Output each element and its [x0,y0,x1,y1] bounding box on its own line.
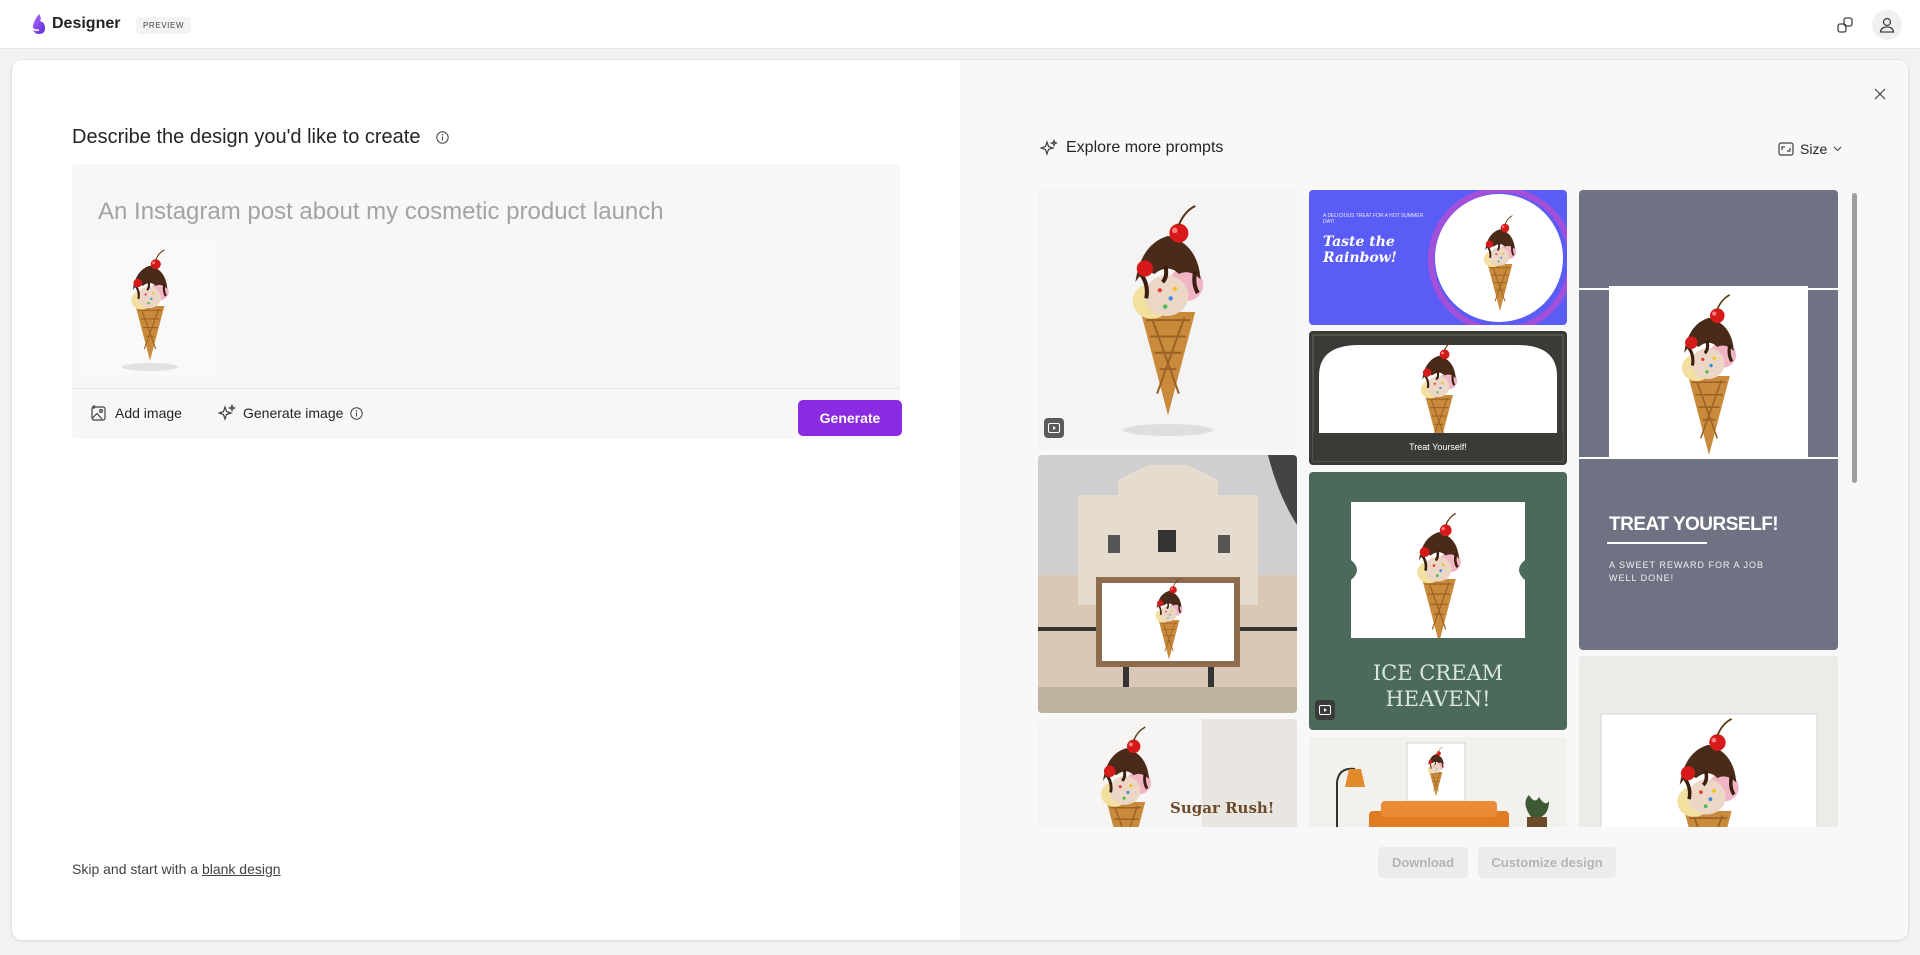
design-card[interactable]: A DELICIOUS TREAT FOR A HOT SUMMER DAY! … [1309,190,1567,325]
page-title: Describe the design you'd like to create [72,126,421,148]
add-image-button[interactable]: Add image [90,404,182,422]
design-card[interactable] [1309,737,1567,827]
close-button[interactable] [1870,84,1890,104]
design-subline: A SWEET REWARD FOR A JOB WELL DONE! [1609,560,1765,583]
design-small-text: A DELICIOUS TREAT FOR A HOT SUMMER DAY! [1323,213,1424,225]
video-icon [1044,418,1064,438]
info-icon[interactable] [436,131,449,144]
designer-logo-icon[interactable] [28,13,48,35]
prompt-divider [72,388,900,389]
close-icon [1874,88,1886,100]
design-card[interactable] [1038,190,1297,449]
design-headline: Sugar Rush! [1170,799,1275,817]
design-card[interactable]: TREAT YOURSELF! A SWEET REWARD FOR A JOB… [1579,190,1838,650]
attached-image-thumbnail[interactable] [82,239,218,375]
size-label: Size [1800,141,1828,157]
gallery-scrollbar[interactable] [1852,193,1857,483]
prompt-input[interactable]: An Instagram post about my cosmetic prod… [72,164,902,439]
prompt-pane: Describe the design you'd like to create… [12,60,960,940]
blank-design-link[interactable]: blank design [202,861,281,877]
chevron-down-icon [1833,146,1842,152]
add-image-label: Add image [115,405,182,421]
explore-prompts-label: Explore more prompts [1066,139,1224,156]
customize-design-button[interactable]: Customize design [1478,847,1616,878]
design-dialog: Describe the design you'd like to create… [12,60,1908,940]
prompt-placeholder[interactable]: An Instagram post about my cosmetic prod… [98,198,664,226]
design-headline: TREAT YOURSELF! [1609,514,1779,535]
design-card[interactable]: ICE CREAM HEAVEN! [1309,472,1567,730]
sparkle-icon [1040,139,1058,156]
download-button[interactable]: Download [1378,847,1468,878]
size-dropdown[interactable]: Size [1778,141,1842,157]
design-caption: Treat Yourself! [1409,442,1467,452]
generate-button[interactable]: Generate [798,400,902,436]
suggestions-pane: Explore more prompts Size Sugar Rush! A … [960,60,1908,940]
design-headline: Taste the Rainbow! [1323,234,1397,266]
resize-icon [1778,142,1794,156]
top-bar: Designer PREVIEW [0,0,1920,49]
design-gallery: Sugar Rush! A DELICIOUS TREAT FOR A HOT … [1038,190,1858,827]
skip-message: Skip and start with a blank design [72,861,281,877]
design-card[interactable] [1579,656,1838,827]
skip-prefix: Skip and start with a [72,861,199,877]
design-card[interactable]: Treat Yourself! [1309,331,1567,465]
explore-prompts-button[interactable]: Explore more prompts [1040,139,1223,157]
design-card[interactable]: Sugar Rush! [1038,719,1297,827]
info-icon[interactable] [350,406,364,420]
preview-badge: PREVIEW [136,17,192,34]
sparkle-icon [218,404,236,421]
app-name[interactable]: Designer [52,15,120,33]
design-headline: ICE CREAM HEAVEN! [1372,661,1504,711]
video-icon [1315,700,1335,720]
share-icon[interactable] [1832,12,1858,38]
design-card[interactable] [1038,455,1297,713]
generate-image-button[interactable]: Generate image [218,404,364,422]
generate-image-label: Generate image [243,405,344,421]
account-icon[interactable] [1872,10,1902,40]
add-image-icon [91,405,106,421]
